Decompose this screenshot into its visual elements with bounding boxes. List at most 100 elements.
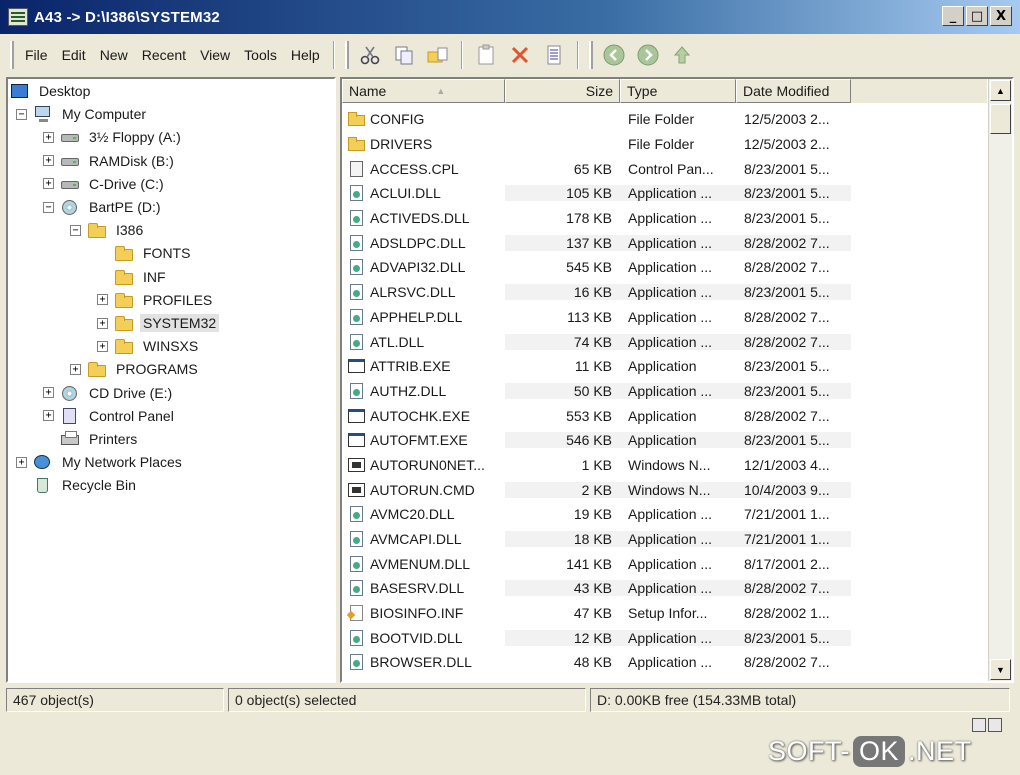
column-type[interactable]: Type xyxy=(620,79,736,103)
properties-icon[interactable] xyxy=(539,41,569,69)
paste-icon[interactable] xyxy=(471,41,501,69)
tree-item[interactable]: + PROFILES xyxy=(97,289,215,311)
scroll-down-button[interactable]: ▼ xyxy=(990,659,1011,680)
file-name-cell[interactable]: ALRSVC.DLL xyxy=(342,283,505,301)
file-row[interactable]: ATL.DLL 74 KB Application ... 8/28/2002 7..… xyxy=(342,329,992,354)
expand-icon[interactable]: + xyxy=(43,155,54,167)
tree-item[interactable]: − BartPE (D:) xyxy=(43,196,164,218)
file-name-cell[interactable]: AVMCAPI.DLL xyxy=(342,530,505,548)
file-name-cell[interactable]: ATL.DLL xyxy=(342,333,505,351)
toolbar-grip[interactable] xyxy=(344,41,349,69)
tree-item[interactable]: FONTS xyxy=(97,242,193,264)
collapse-icon[interactable]: − xyxy=(70,224,81,236)
file-name-cell[interactable]: CONFIG xyxy=(342,110,505,128)
menu-new[interactable]: New xyxy=(93,44,135,66)
tree-item[interactable]: + CD Drive (E:) xyxy=(43,382,175,404)
file-row[interactable]: CONFIG File Folder 12/5/2003 2... xyxy=(342,107,992,132)
menu-grip[interactable] xyxy=(10,41,14,69)
file-row[interactable]: ADVAPI32.DLL 545 KB Application ... 8/28/20… xyxy=(342,255,992,280)
menu-recent[interactable]: Recent xyxy=(135,44,193,66)
minimize-button[interactable]: _ xyxy=(942,6,964,26)
file-name-cell[interactable]: DRIVERS xyxy=(342,135,505,153)
file-name-cell[interactable]: BIOSINFO.INF xyxy=(342,604,505,622)
delete-icon[interactable] xyxy=(505,41,535,69)
expand-icon[interactable]: + xyxy=(43,410,54,422)
nav-grip[interactable] xyxy=(588,41,593,69)
expand-icon[interactable]: + xyxy=(43,387,54,399)
back-icon[interactable] xyxy=(599,41,629,69)
tree-item[interactable]: + C-Drive (C:) xyxy=(43,173,167,195)
file-row[interactable]: ATTRIB.EXE 11 KB Application 8/23/2001 5... xyxy=(342,354,992,379)
file-name-cell[interactable]: ACLUI.DLL xyxy=(342,184,505,202)
file-row[interactable]: BASESRV.DLL 43 KB Application ... 8/28/2002… xyxy=(342,576,992,601)
file-name-cell[interactable]: BROWSER.DLL xyxy=(342,653,505,671)
expand-icon[interactable]: + xyxy=(97,294,108,306)
file-row[interactable]: BROWSER.DLL 48 KB Application ... 8/28/2002… xyxy=(342,650,992,675)
window-resize-icon[interactable] xyxy=(972,718,1006,734)
file-name-cell[interactable]: ATTRIB.EXE xyxy=(342,357,505,375)
forward-icon[interactable] xyxy=(633,41,663,69)
file-row[interactable]: BOOTVID.DLL 12 KB Application ... 8/23/2001… xyxy=(342,625,992,650)
file-name-cell[interactable]: ACTIVEDS.DLL xyxy=(342,209,505,227)
file-name-cell[interactable]: AUTORUN.CMD xyxy=(342,481,505,499)
expand-icon[interactable]: + xyxy=(97,340,108,352)
menu-edit[interactable]: Edit xyxy=(55,44,93,66)
copy-icon[interactable] xyxy=(389,41,419,69)
cut-icon[interactable] xyxy=(355,41,385,69)
file-name-cell[interactable]: AUTHZ.DLL xyxy=(342,382,505,400)
file-row[interactable]: AUTORUN.CMD 2 KB Windows N... 10/4/2003 9..… xyxy=(342,477,992,502)
tree-item[interactable]: + Control Panel xyxy=(43,405,177,427)
expand-icon[interactable]: + xyxy=(97,317,108,329)
file-name-cell[interactable]: ADSLDPC.DLL xyxy=(342,234,505,252)
scroll-thumb[interactable] xyxy=(990,104,1011,134)
tree-item[interactable]: Printers xyxy=(43,428,140,450)
file-row[interactable]: AUTOFMT.EXE 546 KB Application 8/23/2001 5.… xyxy=(342,428,992,453)
tree-item[interactable]: INF xyxy=(97,266,169,288)
file-row[interactable]: APPHELP.DLL 113 KB Application ... 8/28/200… xyxy=(342,305,992,330)
expand-icon[interactable]: + xyxy=(16,456,27,468)
column-name[interactable]: Name ▲ xyxy=(342,79,505,103)
tree-item[interactable]: + SYSTEM32 xyxy=(97,312,220,334)
paste-into-icon[interactable] xyxy=(423,41,453,69)
tree-item[interactable]: Recycle Bin xyxy=(16,474,139,496)
tree-item[interactable]: + RAMDisk (B:) xyxy=(43,150,177,172)
tree-item[interactable]: + PROGRAMS xyxy=(70,358,201,380)
file-name-cell[interactable]: AUTORUN0NET... xyxy=(342,456,505,474)
file-row[interactable]: ACCESS.CPL 65 KB Control Pan... 8/23/2001 5… xyxy=(342,156,992,181)
file-name-cell[interactable]: BOOTVID.DLL xyxy=(342,629,505,647)
tree-item[interactable]: +3½ Floppy (A:) xyxy=(43,126,184,148)
file-row[interactable]: AVMC20.DLL 19 KB Application ... 7/21/2001 … xyxy=(342,502,992,527)
file-name-cell[interactable]: AUTOCHK.EXE xyxy=(342,407,505,425)
up-icon[interactable] xyxy=(667,41,697,69)
close-button[interactable]: X xyxy=(990,6,1012,26)
file-name-cell[interactable]: AUTOFMT.EXE xyxy=(342,431,505,449)
tree-item[interactable]: Desktop xyxy=(10,80,93,102)
file-list[interactable]: Name ▲ Size Type Date Modified CONFIG Fil… xyxy=(340,77,1014,683)
menu-help[interactable]: Help xyxy=(284,44,327,66)
expand-icon[interactable]: + xyxy=(70,363,81,375)
file-row[interactable]: ADSLDPC.DLL 137 KB Application ... 8/28/200… xyxy=(342,230,992,255)
tree-item[interactable]: − I386 xyxy=(70,219,146,241)
tree-item[interactable]: − My Computer xyxy=(16,103,149,125)
file-row[interactable]: BIOSINFO.INF 47 KB Setup Infor... 8/28/2002… xyxy=(342,601,992,626)
file-name-cell[interactable]: APPHELP.DLL xyxy=(342,308,505,326)
file-row[interactable]: ALRSVC.DLL 16 KB Application ... 8/23/2001 … xyxy=(342,280,992,305)
vertical-scrollbar[interactable]: ▲ ▼ xyxy=(988,79,1012,681)
expand-icon[interactable]: + xyxy=(43,178,54,190)
file-row[interactable]: DRIVERS File Folder 12/5/2003 2... xyxy=(342,132,992,157)
column-date-modified[interactable]: Date Modified xyxy=(736,79,851,103)
menu-file[interactable]: File xyxy=(18,44,55,66)
tree-item[interactable]: + WINSXS xyxy=(97,335,201,357)
file-name-cell[interactable]: AVMC20.DLL xyxy=(342,505,505,523)
app-icon[interactable] xyxy=(8,8,28,26)
file-row[interactable]: ACTIVEDS.DLL 178 KB Application ... 8/23/20… xyxy=(342,206,992,231)
file-row[interactable]: AVMENUM.DLL 141 KB Application ... 8/17/200… xyxy=(342,551,992,576)
file-row[interactable]: AUTOCHK.EXE 553 KB Application 8/28/2002 7.… xyxy=(342,403,992,428)
restore-button[interactable]: □ xyxy=(966,6,988,26)
file-name-cell[interactable]: BASESRV.DLL xyxy=(342,579,505,597)
expand-icon[interactable]: + xyxy=(43,131,54,143)
file-row[interactable]: AUTORUN0NET... 1 KB Windows N... 12/1/2003 … xyxy=(342,453,992,478)
file-name-cell[interactable]: ACCESS.CPL xyxy=(342,160,505,178)
title-bar[interactable]: A43 -> D:\I386\SYSTEM32 _ □ X xyxy=(0,0,1020,34)
scroll-up-button[interactable]: ▲ xyxy=(990,80,1011,101)
